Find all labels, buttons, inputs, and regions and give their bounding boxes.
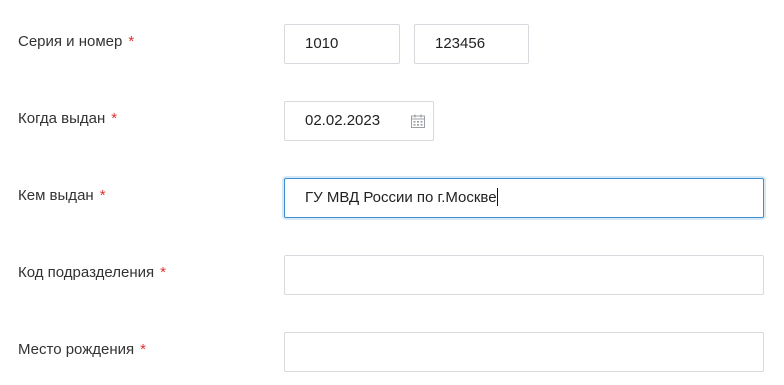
required-mark: * <box>128 33 135 50</box>
required-mark: * <box>111 110 118 127</box>
issued-by-value: ГУ МВД России по г.Москве <box>305 189 497 206</box>
text-cursor <box>496 187 498 206</box>
series-input[interactable]: 1010 <box>284 24 400 64</box>
series-input-value: 1010 <box>305 35 339 52</box>
birth-place-input[interactable] <box>284 332 764 372</box>
required-mark: * <box>160 264 166 281</box>
required-mark: * <box>99 187 106 204</box>
department-code-input[interactable] <box>284 255 764 295</box>
issued-by-label: Кем выдан * <box>18 187 106 205</box>
series-number-label: Серия и номер * <box>18 33 134 51</box>
issue-date-label-text: Когда выдан <box>18 110 106 127</box>
issue-date-input[interactable]: 02.02.2023 <box>284 101 434 141</box>
department-code-label: Код подразделения * <box>18 264 166 282</box>
issued-by-input[interactable]: ГУ МВД России по г.Москве <box>284 178 764 218</box>
series-number-label-text: Серия и номер <box>18 33 123 50</box>
department-code-label-text: Код подразделения <box>18 264 155 281</box>
issue-date-label: Когда выдан * <box>18 110 117 128</box>
birth-place-label: Место рождения * <box>18 341 146 359</box>
passport-form: Серия и номер * 1010 123456 Когда выдан * … <box>0 0 784 385</box>
issued-by-label-text: Кем выдан <box>18 187 94 204</box>
birth-place-label-text: Место рождения <box>18 341 135 358</box>
number-input[interactable]: 123456 <box>414 24 529 64</box>
number-input-value: 123456 <box>435 35 486 52</box>
issue-date-value: 02.02.2023 <box>305 112 381 129</box>
required-mark: * <box>140 341 146 358</box>
calendar-icon[interactable] <box>410 113 426 129</box>
